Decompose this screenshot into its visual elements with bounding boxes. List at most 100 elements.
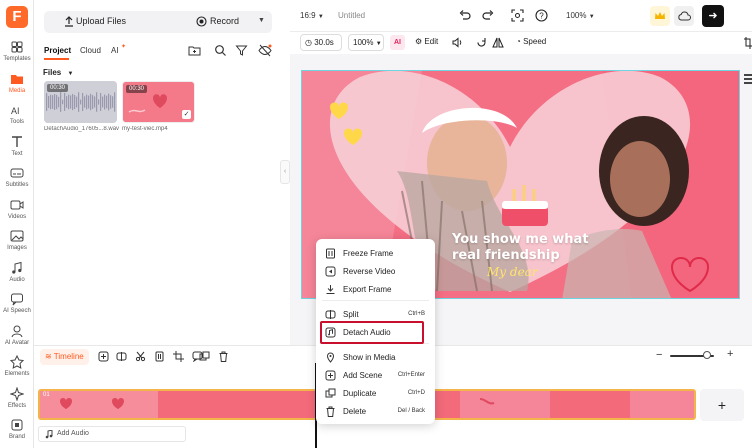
sidebar-item-label: Text: [11, 150, 23, 157]
menu-item-label: Freeze Frame: [343, 249, 394, 258]
duration-control[interactable]: ◷ 30.0s: [300, 34, 342, 51]
menu-item-shortcut: Del / Back: [397, 408, 425, 414]
menu-item-reverse-video[interactable]: Reverse Video: [316, 263, 435, 281]
tab-cloud[interactable]: Cloud: [80, 46, 101, 55]
add-icon[interactable]: [98, 351, 109, 362]
zoom-in-icon[interactable]: +: [727, 348, 733, 360]
tab-project[interactable]: Project: [44, 46, 71, 55]
sidebar-item-images[interactable]: Images: [0, 227, 34, 257]
help-icon[interactable]: ?: [535, 9, 548, 22]
menu-item-export-frame[interactable]: Export Frame: [316, 281, 435, 299]
menu-icon[interactable]: [744, 74, 752, 76]
zoom-selector[interactable]: 100% ▼: [566, 11, 595, 20]
sidebar-item-ai-speech[interactable]: AI Speech: [0, 290, 34, 320]
zoom-value: 100%: [566, 11, 587, 20]
menu-item-split[interactable]: Split Ctrl+B: [316, 306, 435, 324]
menu-item-add-scene[interactable]: Add Scene Ctrl+Enter: [316, 367, 435, 385]
speed-label: Speed: [523, 37, 547, 46]
ai-avatar-icon: [11, 325, 23, 337]
canvas-toolbar: ◷ 30.0s 100% ▼ AI ⚙ Edit ◔ Speed: [290, 32, 752, 54]
sidebar-item-templates[interactable]: Templates: [0, 38, 34, 68]
sidebar-item-subtitles[interactable]: Subtitles: [0, 164, 34, 194]
sidebar-item-label: Audio: [9, 276, 25, 283]
duplicate-icon: [325, 388, 336, 398]
flip-icon[interactable]: [492, 37, 504, 48]
sidebar-item-videos[interactable]: Videos: [0, 196, 34, 226]
canvas-headline[interactable]: You show me what real friendship: [452, 232, 602, 264]
add-audio-button[interactable]: Add Audio: [38, 426, 186, 442]
redo-icon[interactable]: [482, 9, 495, 22]
menu-item-label: Detach Audio: [343, 328, 391, 337]
menu-item-label: Add Scene: [343, 371, 383, 380]
sidebar-item-label: Brand: [8, 434, 25, 440]
menu-item-label: Delete: [343, 407, 367, 416]
undo-icon[interactable]: [458, 9, 471, 22]
duplicate-clip-icon[interactable]: [199, 351, 210, 362]
crop-icon[interactable]: [744, 37, 752, 49]
record-label: Record: [210, 16, 240, 26]
timeline-toggle-button[interactable]: ≋ Timeline: [40, 349, 89, 365]
add-clip-button[interactable]: +: [700, 389, 744, 421]
tab-ai[interactable]: AI: [111, 46, 119, 55]
file-name: DetachAudio_17605...8.wav: [44, 126, 120, 132]
sidebar-item-label: Subtitles: [5, 182, 29, 188]
record-button[interactable]: Record ▼: [160, 11, 272, 33]
edit-button[interactable]: ⚙ Edit: [415, 37, 438, 46]
volume-icon[interactable]: [452, 37, 463, 48]
audio-icon: [12, 261, 22, 274]
add-scene-icon: [325, 370, 336, 381]
crop-clip-icon[interactable]: [173, 351, 184, 362]
check-icon[interactable]: ✓: [182, 110, 191, 119]
filter-icon[interactable]: [235, 44, 248, 57]
screenshot-icon[interactable]: [511, 9, 524, 22]
rotate-icon[interactable]: [476, 37, 487, 48]
menu-separator: [322, 300, 429, 301]
media-thumb-video[interactable]: 00:30 ✓: [122, 81, 195, 123]
sidebar-item-audio[interactable]: Audio: [0, 259, 34, 289]
timeline-label: Timeline: [53, 352, 84, 361]
split-clip-icon[interactable]: [116, 351, 127, 362]
app-logo[interactable]: F: [6, 6, 28, 28]
premium-button[interactable]: [650, 6, 670, 26]
sidebar-item-effects[interactable]: Effects: [0, 385, 34, 415]
files-section-label[interactable]: Files ▼: [43, 68, 73, 77]
menu-item-freeze-frame[interactable]: Freeze Frame: [316, 245, 435, 263]
cloud-sync-button[interactable]: [674, 6, 694, 26]
hide-icon[interactable]: [258, 44, 272, 57]
chevron-down-icon: ▼: [375, 41, 382, 47]
track-number: 01: [43, 392, 50, 398]
project-title[interactable]: Untitled: [338, 11, 365, 20]
freeze-icon[interactable]: [154, 351, 165, 362]
menu-item-shortcut: Ctrl+D: [407, 390, 425, 396]
upload-files-label: Upload Files: [76, 16, 127, 26]
trash-icon[interactable]: [218, 351, 229, 362]
search-icon[interactable]: [214, 44, 227, 57]
new-folder-icon[interactable]: [188, 44, 201, 57]
menu-item-detach-audio[interactable]: Detach Audio: [316, 324, 435, 342]
menu-item-shortcut: Ctrl+Enter: [397, 372, 425, 378]
chevron-down-icon[interactable]: ▼: [258, 17, 265, 24]
sidebar-item-brand[interactable]: Brand: [0, 416, 34, 446]
scissors-icon[interactable]: [135, 351, 146, 362]
edit-label: Edit: [424, 37, 439, 46]
ai-magic-icon[interactable]: AI: [390, 35, 405, 50]
sidebar-item-elements[interactable]: Elements: [0, 353, 34, 383]
scale-selector[interactable]: 100% ▼: [348, 34, 384, 51]
menu-item-duplicate[interactable]: Duplicate Ctrl+D: [316, 385, 435, 403]
zoom-slider-knob[interactable]: [703, 351, 712, 359]
media-thumb-audio[interactable]: 00:30: [44, 81, 117, 123]
sidebar-item-label: AI Avatar: [4, 339, 30, 346]
zoom-out-icon[interactable]: −: [656, 349, 662, 361]
menu-item-shortcut: Ctrl+B: [408, 311, 425, 317]
menu-item-show-in-media[interactable]: Show in Media: [316, 349, 435, 367]
export-button[interactable]: ➜: [702, 5, 724, 27]
canvas-script-text[interactable]: My dear: [487, 265, 538, 279]
sidebar-item-text[interactable]: Text: [0, 133, 34, 163]
menu-item-delete[interactable]: Delete Del / Back: [316, 403, 435, 421]
sidebar-item-ai-avatar[interactable]: AI Avatar: [0, 322, 34, 352]
sidebar-item-media[interactable]: Media: [0, 70, 34, 100]
collapse-panel-handle[interactable]: ‹: [280, 160, 290, 184]
aspect-ratio-selector[interactable]: 16:9 ▼: [300, 11, 324, 20]
sidebar-item-tools[interactable]: AI Tools: [0, 101, 34, 131]
speed-button[interactable]: ◔ Speed: [516, 37, 546, 46]
